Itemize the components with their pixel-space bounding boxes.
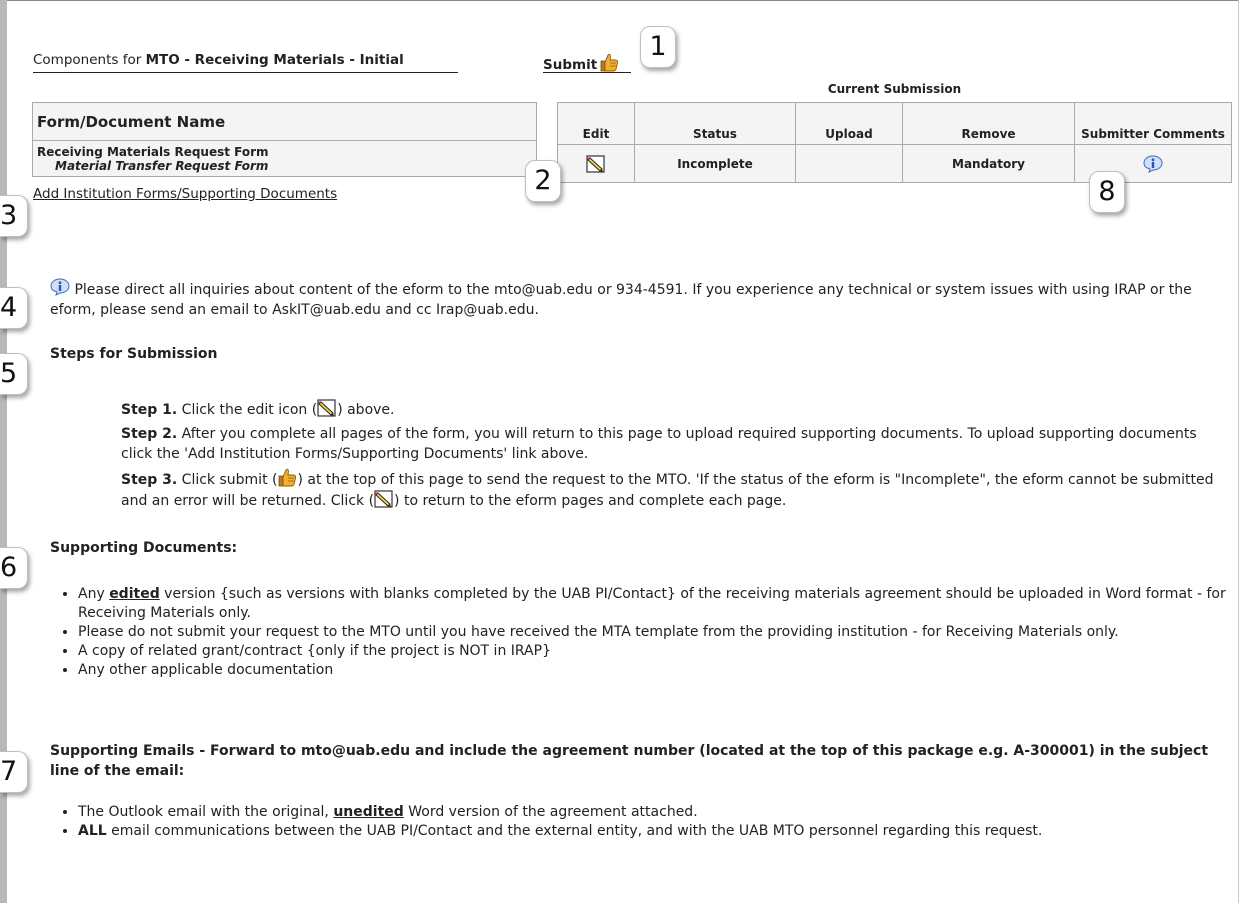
current-submission-table: Edit Status Upload Remove Submitter Comm…	[557, 102, 1232, 183]
edit-icon[interactable]	[586, 155, 606, 173]
item-text: Word version of the agreement attached.	[403, 804, 698, 820]
callout-badge-6: 6	[0, 547, 28, 589]
column-header-upload: Upload	[795, 102, 903, 145]
step-2: Step 2. After you complete all pages of …	[121, 424, 1226, 464]
list-item: A copy of related grant/contract {only i…	[78, 642, 1238, 661]
all-emphasis: ALL	[78, 823, 107, 839]
inquiry-text-3: and cc Irap@uab.edu.	[380, 302, 539, 318]
edit-icon	[317, 399, 337, 417]
info-icon	[50, 278, 70, 296]
thumbs-up-icon[interactable]	[599, 53, 619, 72]
supporting-documents-list: Any edited version {such as versions wit…	[56, 585, 1238, 680]
form-document-table: Form/Document Name Receiving Materials R…	[32, 102, 537, 177]
step-1-text-a: Click the edit icon (	[177, 402, 318, 418]
remove-cell: Mandatory	[902, 144, 1075, 183]
list-item: Please do not submit your request to the…	[78, 623, 1238, 642]
column-header-remove: Remove	[902, 102, 1075, 145]
item-text: The Outlook email with the original,	[78, 804, 334, 820]
form-document-header: Form/Document Name	[32, 102, 537, 141]
column-header-status: Status	[634, 102, 796, 145]
form-subtitle: Material Transfer Request Form	[55, 158, 269, 173]
step-1-label: Step 1.	[121, 402, 178, 418]
callout-badge-1: 1	[640, 26, 676, 68]
submit-button[interactable]: Submit	[543, 53, 619, 73]
callout-badge-5: 5	[0, 353, 28, 395]
step-1: Step 1. Click the edit icon ( ) above.	[121, 399, 1226, 420]
edit-cell	[557, 144, 635, 183]
step-3: Step 3. Click submit () at the top of th…	[121, 468, 1226, 511]
item-text: email communications between the UAB PI/…	[106, 823, 1043, 839]
item-text: version {such as versions with blanks co…	[78, 586, 1226, 621]
item-text: Any	[78, 586, 110, 602]
step-3-text-a: Click submit (	[177, 472, 278, 488]
upload-cell	[795, 144, 903, 183]
current-submission-title: Current Submission	[827, 82, 962, 96]
list-item: The Outlook email with the original, une…	[78, 803, 1238, 822]
package-name: MTO - Receiving Materials - Initial	[145, 52, 404, 68]
info-icon[interactable]	[1143, 155, 1163, 173]
step-2-text: After you complete all pages of the form…	[121, 426, 1197, 462]
list-item: ALL email communications between the UAB…	[78, 822, 1238, 841]
edited-emphasis: edited	[109, 586, 160, 602]
callout-badge-4: 4	[0, 287, 28, 329]
step-3-text-c: ) to return to the eform pages and compl…	[394, 493, 787, 509]
step-3-label: Step 3.	[121, 472, 178, 488]
callout-badge-3: 3	[0, 195, 28, 237]
form-name: Receiving Materials Request Form	[37, 144, 269, 159]
list-item: Any edited version {such as versions wit…	[78, 585, 1238, 623]
components-divider	[33, 72, 458, 73]
supporting-emails-heading: Supporting Emails - Forward to mto@uab.e…	[50, 743, 1209, 779]
submit-divider	[543, 72, 631, 73]
step-1-text-b: ) above.	[337, 402, 395, 418]
supporting-emails-list: The Outlook email with the original, une…	[56, 803, 1238, 841]
callout-badge-7: 7	[0, 751, 28, 793]
unedited-emphasis: unedited	[333, 804, 404, 820]
submit-label: Submit	[543, 57, 598, 73]
callout-badge-8: 8	[1089, 171, 1125, 213]
components-prefix: Components for	[33, 52, 146, 68]
status-cell: Incomplete	[634, 144, 796, 183]
callout-badge-2: 2	[525, 160, 561, 202]
thumbs-up-icon	[277, 468, 297, 487]
column-header-edit: Edit	[557, 102, 635, 145]
column-header-submitter-comments: Submitter Comments	[1074, 102, 1232, 145]
askit-email-link[interactable]: AskIT@uab.edu	[272, 302, 381, 318]
mto-email-link[interactable]: mto@uab.edu	[494, 282, 593, 298]
inquiry-notice: Please direct all inquiries about conten…	[50, 278, 1230, 320]
steps-list: Step 1. Click the edit icon ( ) above. St…	[121, 399, 1226, 515]
top-border	[0, 0, 1239, 1]
edit-icon	[374, 490, 394, 508]
components-title: Components for MTO - Receiving Materials…	[33, 52, 404, 68]
inquiry-text-1: Please direct all inquiries about conten…	[70, 282, 494, 298]
list-item: Any other applicable documentation	[78, 661, 1238, 680]
steps-heading: Steps for Submission	[50, 346, 218, 362]
step-2-label: Step 2.	[121, 426, 178, 442]
supporting-documents-heading: Supporting Documents:	[50, 540, 238, 556]
add-institution-forms-link[interactable]: Add Institution Forms/Supporting Documen…	[33, 186, 337, 202]
form-row: Receiving Materials Request Form Materia…	[32, 140, 537, 177]
